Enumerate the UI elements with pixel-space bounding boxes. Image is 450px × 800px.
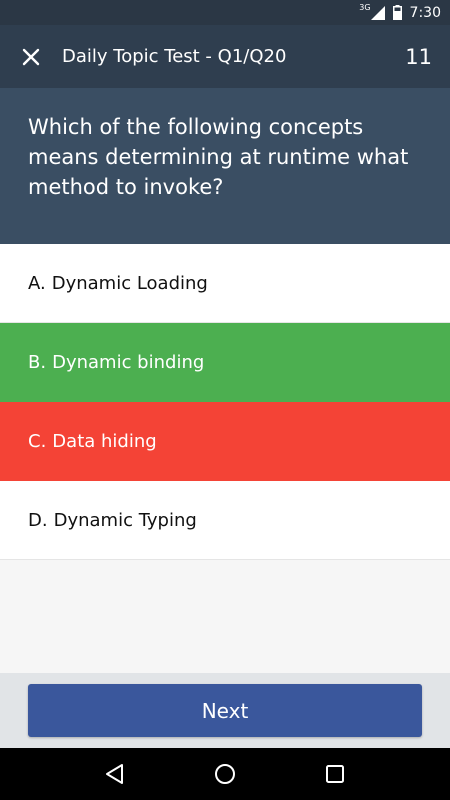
option-text: Dynamic Loading	[51, 272, 208, 294]
network-type: 3G	[359, 3, 371, 12]
recents-icon[interactable]	[324, 763, 346, 785]
option-letter: C.	[28, 430, 47, 452]
close-icon[interactable]	[21, 47, 41, 67]
question-text: Which of the following concepts means de…	[0, 88, 450, 244]
status-bar: 3G 7:30	[0, 0, 450, 25]
option-text: Data hiding	[52, 430, 157, 452]
option-text: Dynamic binding	[52, 351, 205, 373]
option-a[interactable]: A. Dynamic Loading	[0, 244, 450, 323]
page-title: Daily Topic Test - Q1/Q20	[62, 46, 287, 67]
option-letter: B.	[28, 351, 47, 373]
options-list: A. Dynamic Loading B. Dynamic binding C.…	[0, 244, 450, 560]
clock: 7:30	[409, 4, 441, 21]
back-icon[interactable]	[104, 763, 126, 785]
home-icon[interactable]	[214, 763, 236, 785]
option-letter: A.	[28, 272, 46, 294]
option-d[interactable]: D. Dynamic Typing	[0, 481, 450, 560]
battery-icon	[392, 5, 402, 20]
option-letter: D.	[28, 509, 48, 531]
next-button[interactable]: Next	[28, 684, 422, 737]
signal-icon	[370, 5, 385, 20]
timer-counter: 11	[405, 44, 432, 69]
option-text: Dynamic Typing	[53, 509, 197, 531]
option-b[interactable]: B. Dynamic binding	[0, 323, 450, 402]
app-bar: Daily Topic Test - Q1/Q20 11	[0, 25, 450, 88]
footer: Next	[0, 673, 450, 748]
option-c[interactable]: C. Data hiding	[0, 402, 450, 481]
navigation-bar	[0, 748, 450, 800]
